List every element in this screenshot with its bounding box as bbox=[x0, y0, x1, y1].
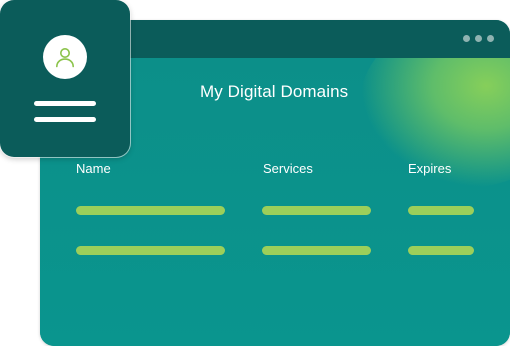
profile-placeholder-line bbox=[34, 117, 96, 122]
dot bbox=[463, 35, 470, 42]
column-header-name: Name bbox=[76, 161, 111, 176]
column-header-expires: Expires bbox=[408, 161, 452, 176]
row-1-name-placeholder bbox=[76, 206, 225, 215]
profile-placeholder-line bbox=[34, 101, 96, 106]
row-1-expires-placeholder bbox=[408, 206, 474, 215]
dot bbox=[487, 35, 494, 42]
row-2-name-placeholder bbox=[76, 246, 225, 255]
dot bbox=[475, 35, 482, 42]
row-2-expires-placeholder bbox=[408, 246, 474, 255]
page-title: My Digital Domains bbox=[200, 82, 349, 101]
column-header-services: Services bbox=[263, 161, 313, 176]
profile-card[interactable] bbox=[0, 0, 130, 157]
row-2-services-placeholder bbox=[262, 246, 371, 255]
avatar[interactable] bbox=[43, 35, 87, 79]
row-1-services-placeholder bbox=[262, 206, 371, 215]
more-dots-icon[interactable] bbox=[463, 35, 494, 42]
domains-illustration: My Digital Domains Name Services Expires bbox=[0, 0, 510, 346]
user-icon bbox=[56, 48, 74, 68]
